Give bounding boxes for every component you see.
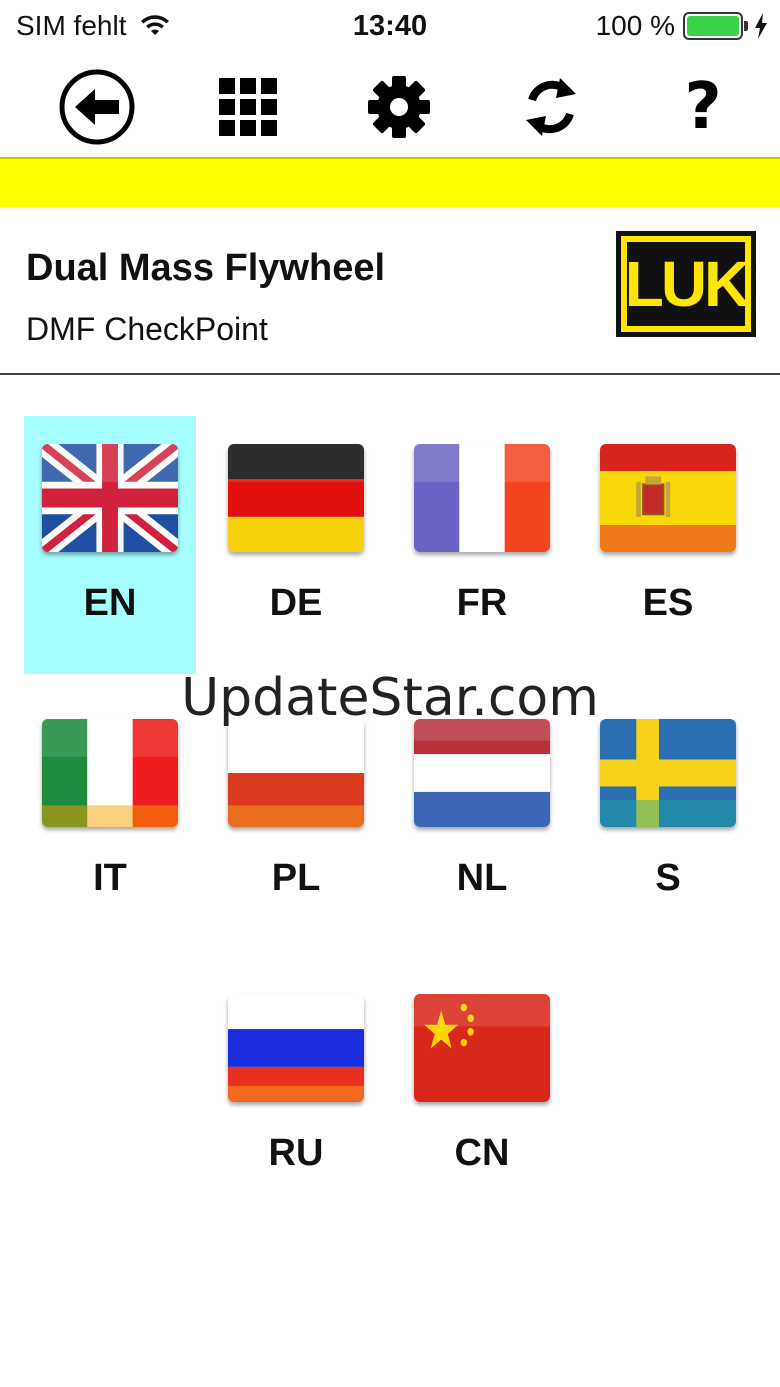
battery-tip (744, 21, 748, 31)
language-option-de[interactable]: DE (210, 416, 382, 674)
language-grid: EN DE FR ES IT PL NL S RU CN (0, 376, 780, 1386)
back-button[interactable] (52, 62, 142, 152)
highlight-bar (0, 157, 780, 207)
page-title: Dual Mass Flywheel (26, 247, 386, 289)
china-flag-icon (414, 994, 550, 1102)
wifi-icon (141, 15, 170, 35)
germany-flag-icon (228, 444, 364, 552)
poland-flag-icon (228, 719, 364, 827)
grid-icon (219, 78, 277, 136)
language-label: ES (642, 582, 694, 624)
language-option-cn[interactable]: CN (396, 966, 568, 1224)
toolbar: ? (0, 54, 780, 154)
language-option-fr[interactable]: FR (396, 416, 568, 674)
language-option-nl[interactable]: NL (396, 691, 568, 949)
language-option-es[interactable]: ES (582, 416, 754, 674)
language-label: EN (83, 582, 137, 624)
sweden-flag-icon (600, 719, 736, 827)
language-option-pl[interactable]: PL (210, 691, 382, 949)
language-label: RU (268, 1132, 324, 1174)
status-bar: SIM fehlt 13:40 100 % (0, 0, 780, 54)
italy-flag-icon (42, 719, 178, 827)
netherlands-flag-icon (414, 719, 550, 827)
language-label: PL (271, 857, 321, 899)
language-option-it[interactable]: IT (24, 691, 196, 949)
help-button[interactable]: ? (658, 62, 748, 152)
app-header: Dual Mass Flywheel DMF CheckPoint LUK (0, 207, 780, 375)
gear-icon (368, 76, 430, 138)
uk-flag-icon (42, 444, 178, 552)
back-arrow-icon (59, 69, 135, 145)
battery-status: 100 % (596, 10, 768, 42)
battery-percent: 100 % (595, 10, 675, 41)
settings-button[interactable] (354, 62, 444, 152)
logo-text: LUK (625, 242, 750, 326)
language-label: CN (454, 1132, 510, 1174)
carrier-status: SIM fehlt (16, 10, 170, 42)
refresh-icon (526, 78, 576, 136)
question-mark-icon: ? (684, 70, 722, 144)
charging-bolt-icon (755, 13, 767, 39)
language-label: FR (456, 582, 508, 624)
carrier-label: SIM fehlt (16, 10, 127, 41)
france-flag-icon (414, 444, 550, 552)
refresh-button[interactable] (506, 62, 596, 152)
page-subtitle: DMF CheckPoint (26, 311, 268, 347)
language-label: NL (456, 857, 508, 899)
luk-logo: LUK (616, 231, 756, 337)
russia-flag-icon (228, 994, 364, 1102)
menu-grid-button[interactable] (203, 62, 293, 152)
language-option-en[interactable]: EN (24, 416, 196, 674)
spain-flag-icon (600, 444, 736, 552)
language-label: DE (269, 582, 323, 624)
language-label: IT (93, 857, 127, 899)
language-option-ru[interactable]: RU (210, 966, 382, 1224)
language-label: S (655, 857, 681, 899)
language-option-s[interactable]: S (582, 691, 754, 949)
battery-icon (683, 12, 743, 40)
